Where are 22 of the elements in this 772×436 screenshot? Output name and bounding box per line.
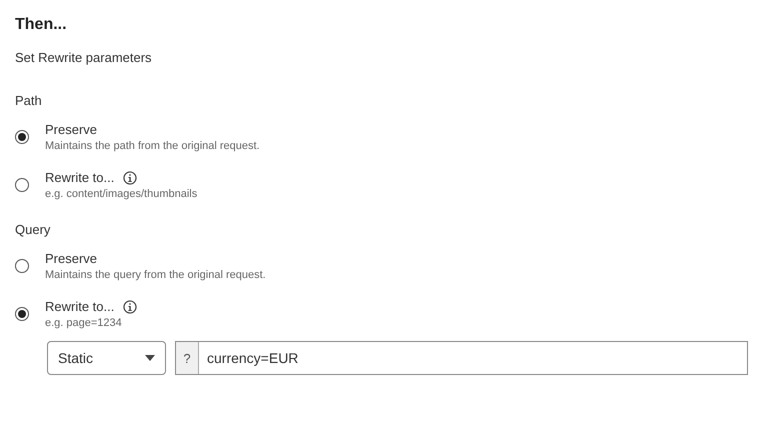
- option-description: Maintains the path from the original request.: [45, 140, 260, 152]
- section-subtitle: Set Rewrite parameters: [15, 50, 153, 65]
- option-description: Maintains the query from the original request.: [45, 269, 266, 281]
- option-label: Preserve: [45, 122, 98, 137]
- caret-icon: [145, 355, 155, 361]
- group-label: Query: [15, 222, 52, 237]
- section-heading: Then...: [15, 16, 68, 34]
- info-icon[interactable]: [123, 170, 138, 184]
- option-label: Preserve: [45, 251, 98, 266]
- prefix-label: ?: [176, 342, 199, 374]
- option-description: e.g. page=1234: [45, 317, 123, 329]
- option-label: Rewrite to...: [45, 170, 114, 185]
- radio-button[interactable]: [15, 259, 29, 273]
- option-description: e.g. content/images/thumbnails: [45, 188, 198, 200]
- radio-button[interactable]: [15, 130, 29, 144]
- query-input-field[interactable]: ? currency=EUR: [175, 341, 748, 375]
- type-dropdown[interactable]: Static: [47, 341, 166, 375]
- option-label: Rewrite to...: [45, 299, 114, 314]
- radio-button[interactable]: [15, 178, 29, 192]
- info-icon[interactable]: [123, 300, 138, 314]
- group-label: Path: [15, 93, 43, 108]
- radio-button[interactable]: [15, 307, 29, 321]
